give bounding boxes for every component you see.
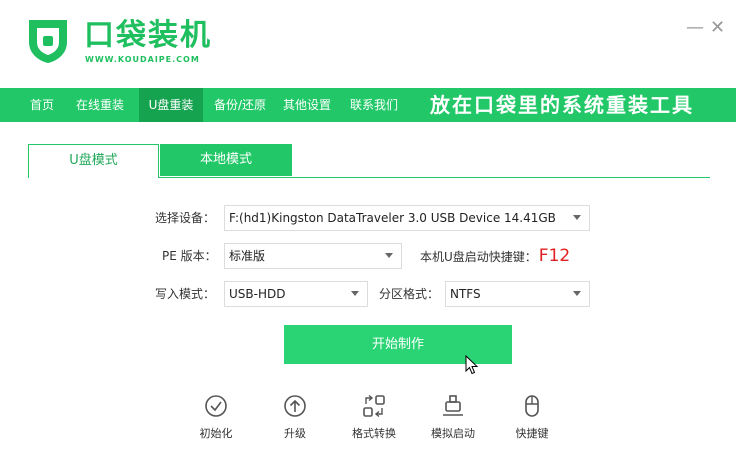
- tool-upgrade[interactable]: 升级: [260, 393, 330, 441]
- partition-format-value: NTFS: [450, 287, 481, 301]
- brand-url: WWW.KOUDAIPE.COM: [85, 55, 200, 64]
- usb-stick-icon: [443, 395, 463, 416]
- chevron-down-icon: [573, 215, 581, 220]
- tool-hotkeys[interactable]: 快捷键: [497, 393, 567, 441]
- tool-format-convert[interactable]: 格式转换: [339, 393, 409, 441]
- pe-version-label: PE 版本：: [162, 249, 217, 263]
- nav-item-other-settings[interactable]: 其他设置: [275, 88, 339, 122]
- write-mode-value: USB-HDD: [229, 287, 286, 301]
- write-mode-select[interactable]: USB-HDD: [224, 281, 368, 307]
- tool-hotkeys-label: 快捷键: [515, 427, 549, 440]
- chevron-down-icon: [385, 253, 393, 258]
- convert-icon: [363, 394, 385, 418]
- chevron-down-icon: [573, 291, 581, 296]
- brand-title: 口袋装机: [84, 18, 212, 53]
- slogan: 放在口袋里的系统重装工具: [430, 93, 694, 117]
- tool-initialize-label: 初始化: [199, 427, 233, 440]
- partition-format-label: 分区格式：: [379, 287, 440, 301]
- nav-item-online-reinstall[interactable]: 在线重装: [66, 88, 134, 122]
- main-nav: 首页 在线重装 U盘重装 备份/还原 其他设置 联系我们 放在口袋里的系统重装工…: [0, 88, 736, 122]
- tab-usb-mode[interactable]: U盘模式: [28, 144, 159, 178]
- arrow-up-circle-icon: [284, 395, 306, 417]
- tool-upgrade-label: 升级: [284, 427, 306, 440]
- check-circle-icon: [205, 395, 227, 417]
- partition-format-select[interactable]: NTFS: [445, 281, 590, 307]
- minimize-button[interactable]: —: [686, 18, 704, 38]
- nav-item-backup-restore[interactable]: 备份/还原: [205, 88, 275, 122]
- pe-version-value: 标准版: [229, 249, 266, 263]
- close-button[interactable]: ✕: [710, 18, 725, 38]
- tab-local-mode[interactable]: 本地模式: [160, 144, 292, 176]
- boot-hotkey-label: 本机U盘启动快捷键： F12: [420, 243, 570, 270]
- koudai-logo-icon: [29, 20, 67, 63]
- tool-simulate-boot-label: 模拟启动: [431, 427, 475, 440]
- nav-item-usb-reinstall[interactable]: U盘重装: [139, 88, 203, 122]
- device-select-value: F:(hd1)Kingston DataTraveler 3.0 USB Dev…: [229, 211, 556, 225]
- tool-format-convert-label: 格式转换: [352, 427, 396, 440]
- boot-hotkey-text: 本机U盘启动快捷键：: [420, 250, 537, 264]
- tool-simulate-boot[interactable]: 模拟启动: [418, 393, 488, 441]
- chevron-down-icon: [351, 291, 359, 296]
- device-label: 选择设备：: [155, 211, 216, 225]
- tab-divider: [159, 177, 710, 178]
- mouse-pointer-icon: [465, 355, 479, 375]
- nav-item-contact-us[interactable]: 联系我们: [342, 88, 406, 122]
- mouse-icon: [525, 395, 539, 417]
- device-select[interactable]: F:(hd1)Kingston DataTraveler 3.0 USB Dev…: [224, 205, 590, 231]
- write-mode-label: 写入模式：: [155, 287, 216, 301]
- pe-version-select[interactable]: 标准版: [224, 243, 402, 269]
- nav-item-home[interactable]: 首页: [20, 88, 64, 122]
- tool-initialize[interactable]: 初始化: [181, 393, 251, 441]
- boot-hotkey-value: F12: [538, 246, 571, 266]
